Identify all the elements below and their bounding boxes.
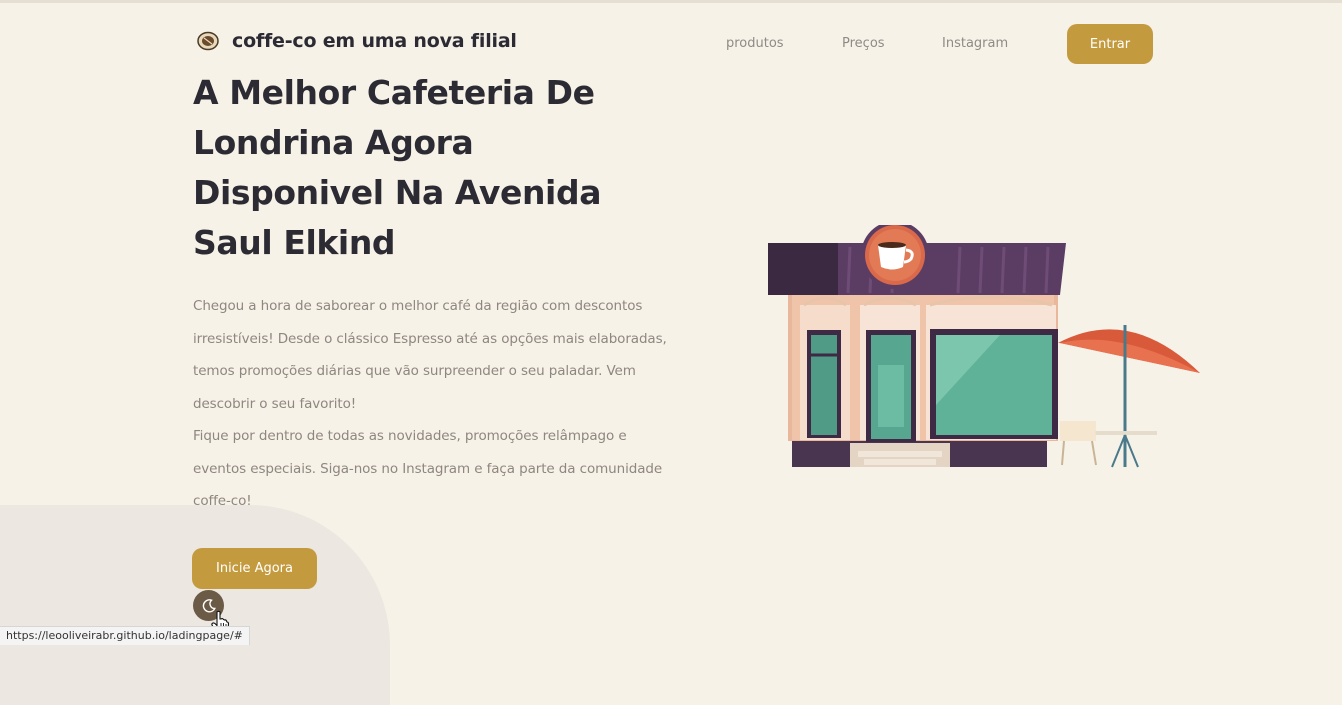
top-border xyxy=(0,0,1342,3)
nav-instagram[interactable]: Instagram xyxy=(942,36,1008,51)
hero-title: A Melhor Cafeteria De Londrina Agora Dis… xyxy=(193,73,602,262)
hero-description: Chegou a hora de saborear o melhor café … xyxy=(193,290,673,518)
enter-button[interactable]: Entrar xyxy=(1067,24,1153,64)
coffee-shop-illustration xyxy=(768,225,1200,468)
hero-paragraph-2: Fique por dentro de todas as novidades, … xyxy=(193,428,663,509)
coffee-bean-logo-icon[interactable] xyxy=(196,31,220,51)
start-now-button[interactable]: Inicie Agora xyxy=(192,548,317,589)
status-bar-url: https://leooliveirabr.github.io/ladingpa… xyxy=(0,626,250,645)
brand-name[interactable]: coffe-co em uma nova filial xyxy=(232,30,517,52)
nav-produtos[interactable]: produtos xyxy=(726,36,784,51)
nav-precos[interactable]: Preços xyxy=(842,36,885,51)
hero-paragraph-1: Chegou a hora de saborear o melhor café … xyxy=(193,298,667,412)
